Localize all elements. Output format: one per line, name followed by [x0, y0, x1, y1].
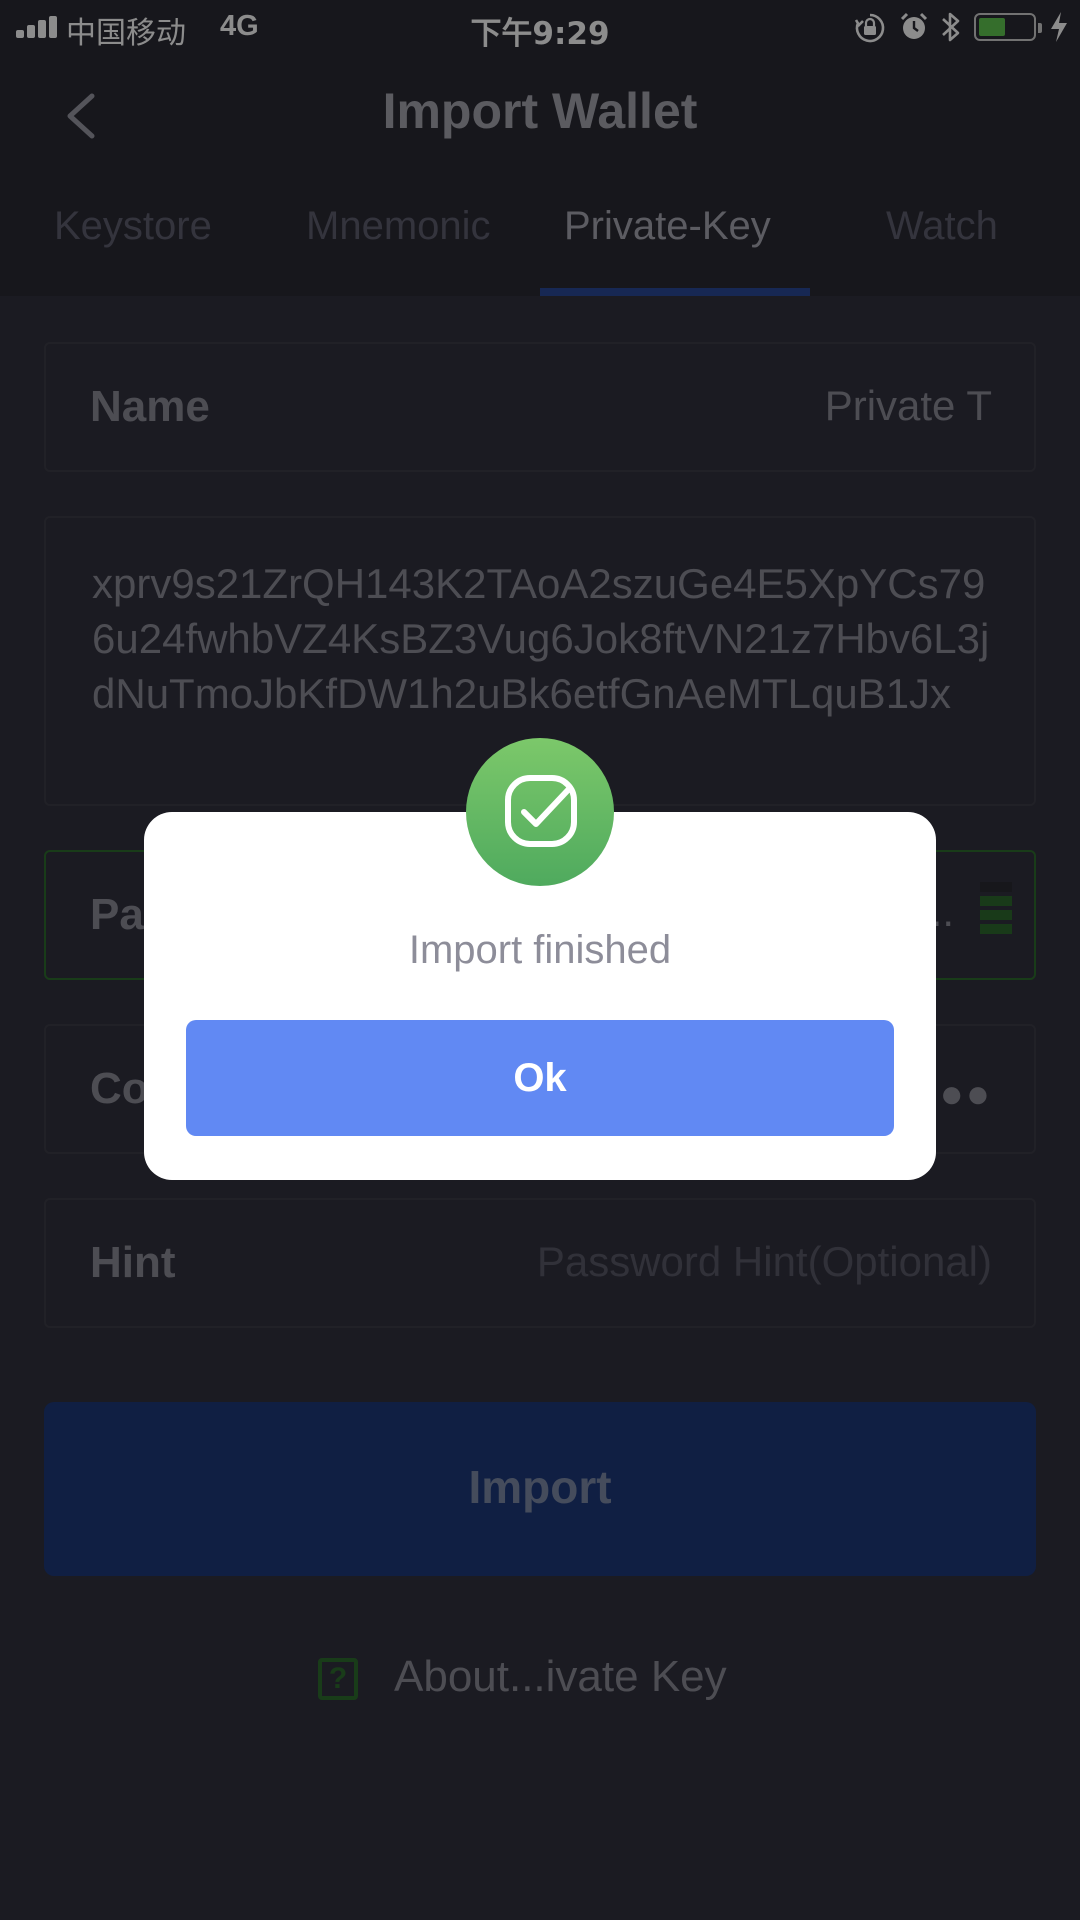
dialog-message: Import finished — [408, 928, 672, 972]
success-badge — [466, 738, 614, 886]
check-icon — [505, 775, 577, 847]
ok-button[interactable]: Ok — [186, 1020, 894, 1136]
ok-button-label: Ok — [513, 1056, 567, 1100]
